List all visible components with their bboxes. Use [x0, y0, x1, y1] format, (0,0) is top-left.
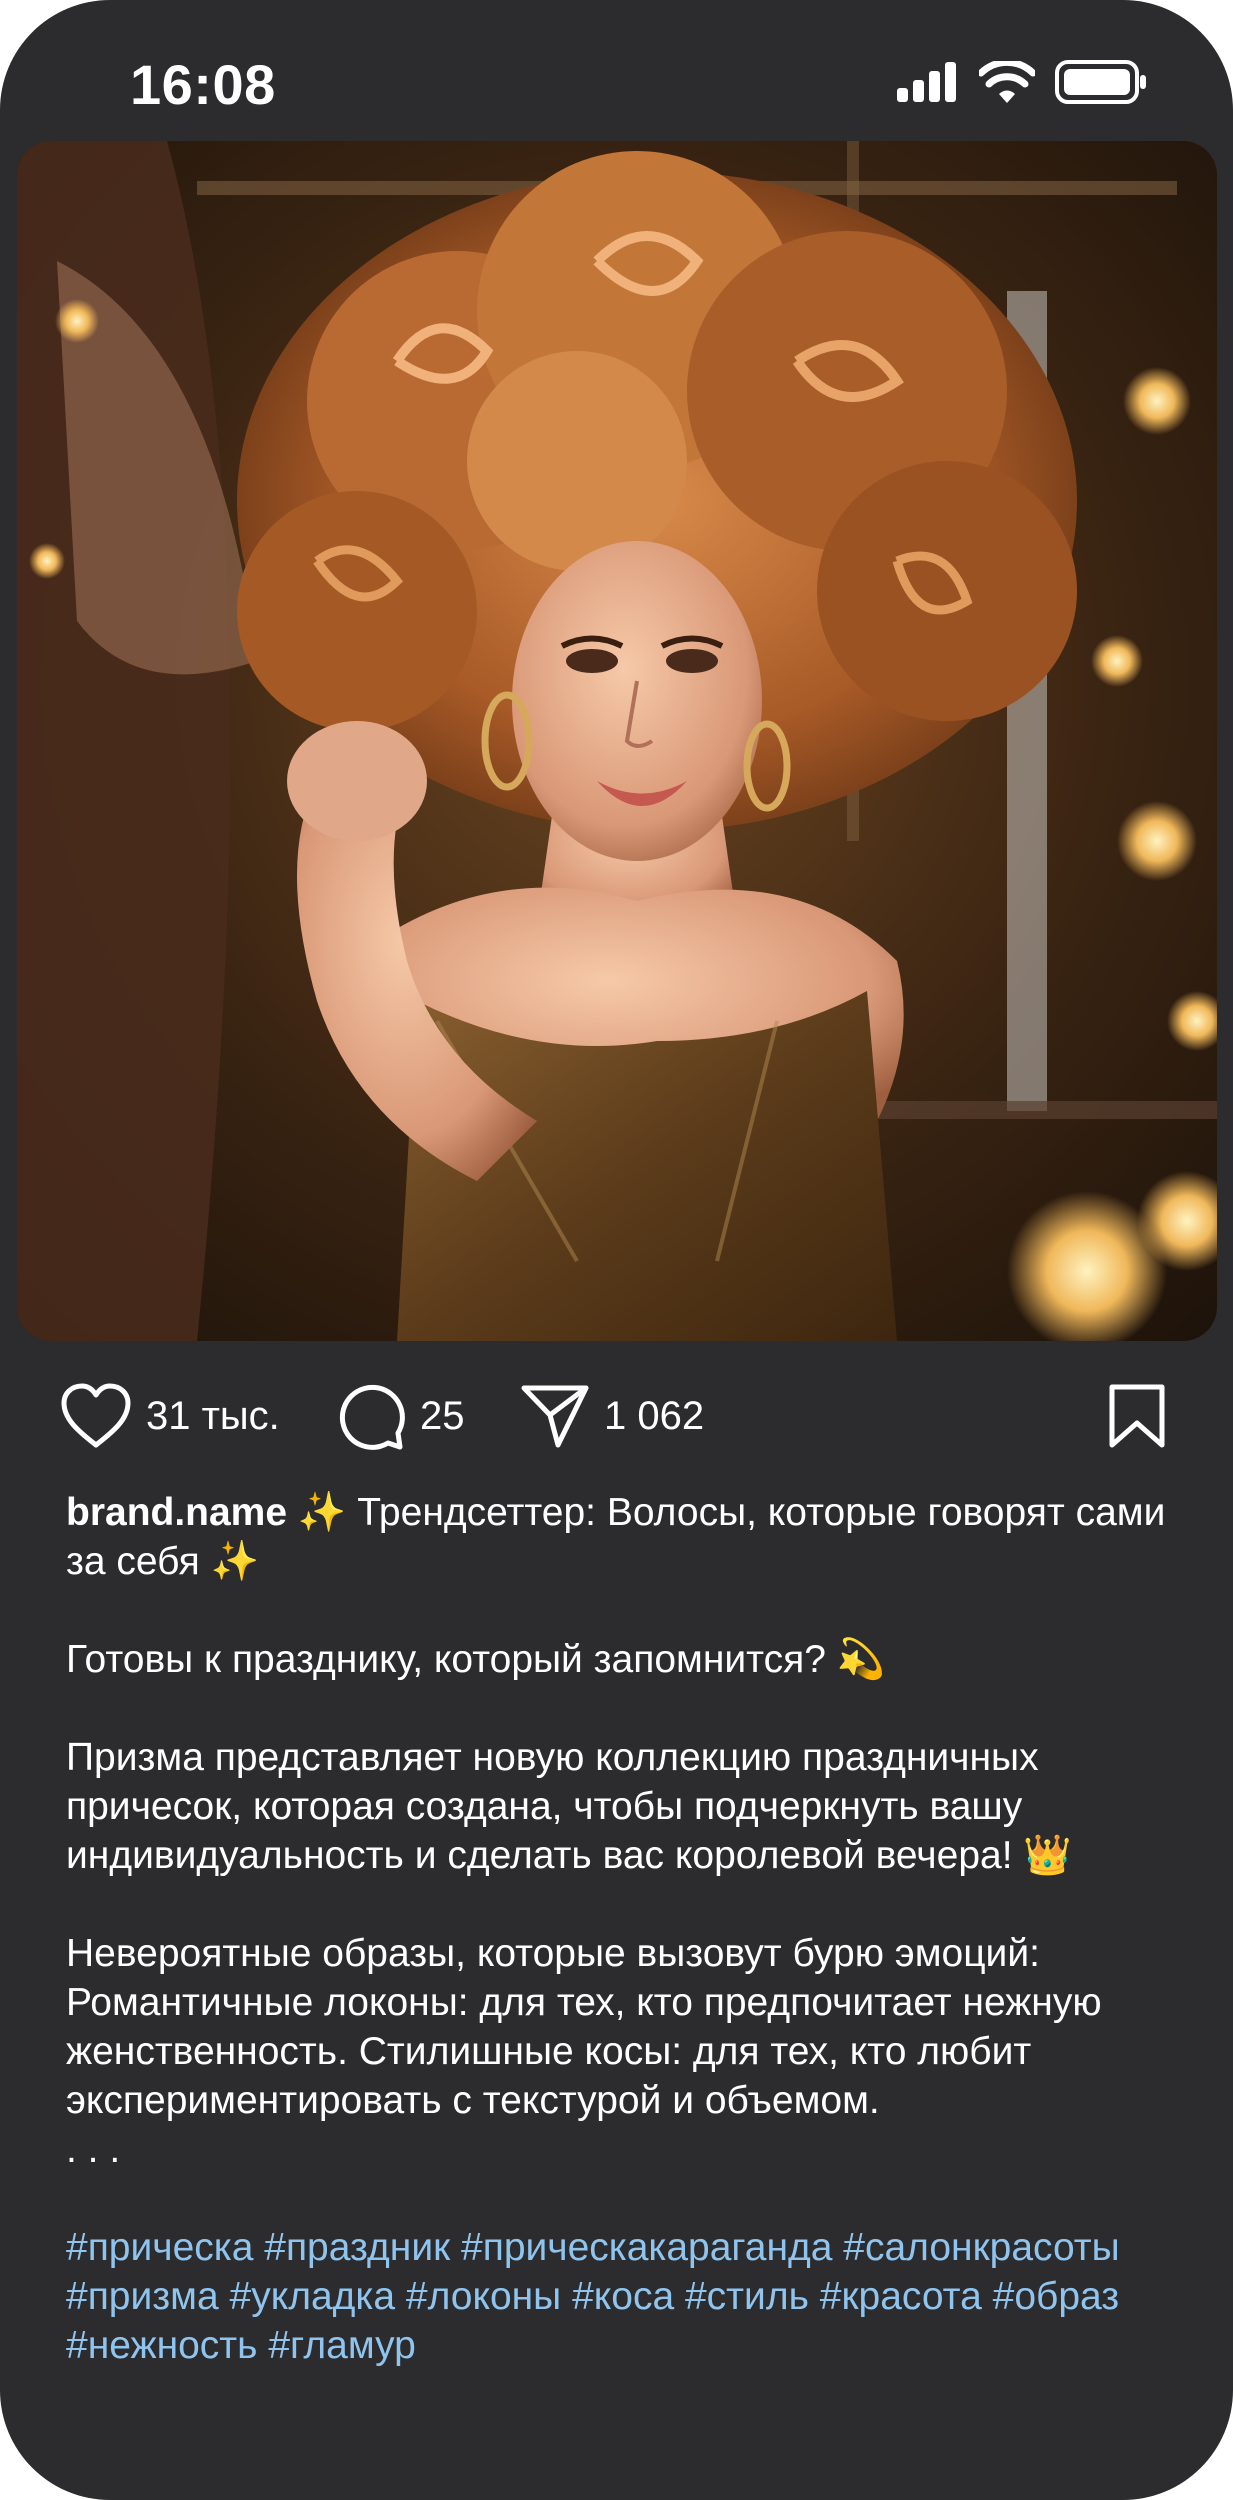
comment-bubble-icon: [339, 1384, 405, 1450]
hashtag-link[interactable]: #праздник: [264, 2226, 450, 2269]
cellular-signal-icon: [897, 62, 956, 102]
caption-paragraph-2: Невероятные образы, которые вызовут бурю…: [66, 1932, 1102, 2122]
hashtag-link[interactable]: #локоны: [406, 2275, 561, 2318]
hashtag-link[interactable]: #красота: [820, 2275, 982, 2318]
caption-question: Готовы к празднику, который запомнится? …: [66, 1638, 886, 1681]
share-button[interactable]: 1 062: [520, 1378, 704, 1454]
hashtag-link[interactable]: #нежность: [66, 2324, 257, 2367]
caption-paragraph-1: Призма представляет новую коллекцию праз…: [66, 1736, 1072, 1877]
caption-ellipsis: . . .: [66, 2128, 121, 2171]
photo-woman-voluminous-red-curls: [17, 141, 1217, 1341]
hashtag-link[interactable]: #укладка: [230, 2275, 396, 2318]
shares-count: 1 062: [604, 1393, 705, 1438]
save-button[interactable]: [1108, 1378, 1166, 1454]
hashtag-link[interactable]: #гламур: [268, 2324, 416, 2367]
status-time: 16:08: [130, 53, 276, 116]
comment-button[interactable]: 25: [336, 1378, 465, 1454]
post-photo[interactable]: [17, 141, 1217, 1341]
username-link[interactable]: brand.name: [66, 1491, 287, 1534]
battery-icon: [1055, 60, 1146, 104]
hashtag-link[interactable]: #коса: [572, 2275, 674, 2318]
send-icon: [521, 1385, 589, 1448]
hashtag-link[interactable]: #образ: [993, 2275, 1120, 2318]
like-button[interactable]: 31 тыс.: [60, 1378, 280, 1454]
hashtags: #прическа #праздник #прическакараганда #…: [66, 2223, 1176, 2370]
wifi-icon: [979, 61, 1035, 103]
heart-icon: [61, 1383, 131, 1448]
status-icons: [897, 60, 1147, 104]
likes-count: 31 тыс.: [146, 1393, 280, 1438]
status-bar: 16:08: [0, 0, 1233, 140]
hashtag-link[interactable]: #прическакараганда: [461, 2226, 832, 2269]
caption-headline-line: brand.name ✨ Трендсеттер: Волосы, которы…: [66, 1488, 1176, 1586]
comments-count: 25: [420, 1393, 465, 1438]
hashtag-link[interactable]: #стиль: [685, 2275, 809, 2318]
bookmark-icon: [1109, 1384, 1165, 1448]
post-caption: brand.name ✨ Трендсеттер: Волосы, которы…: [66, 1488, 1176, 2370]
phone-screen: 16:08 31 тыс. 25 1 062 brand.name ✨ Трен…: [0, 0, 1233, 2500]
hashtag-link[interactable]: #прическа: [66, 2226, 253, 2269]
post-actions: 31 тыс. 25 1 062: [60, 1378, 1173, 1454]
hashtag-link[interactable]: #призма: [66, 2275, 219, 2318]
hashtag-link[interactable]: #салонкрасоты: [843, 2226, 1119, 2269]
